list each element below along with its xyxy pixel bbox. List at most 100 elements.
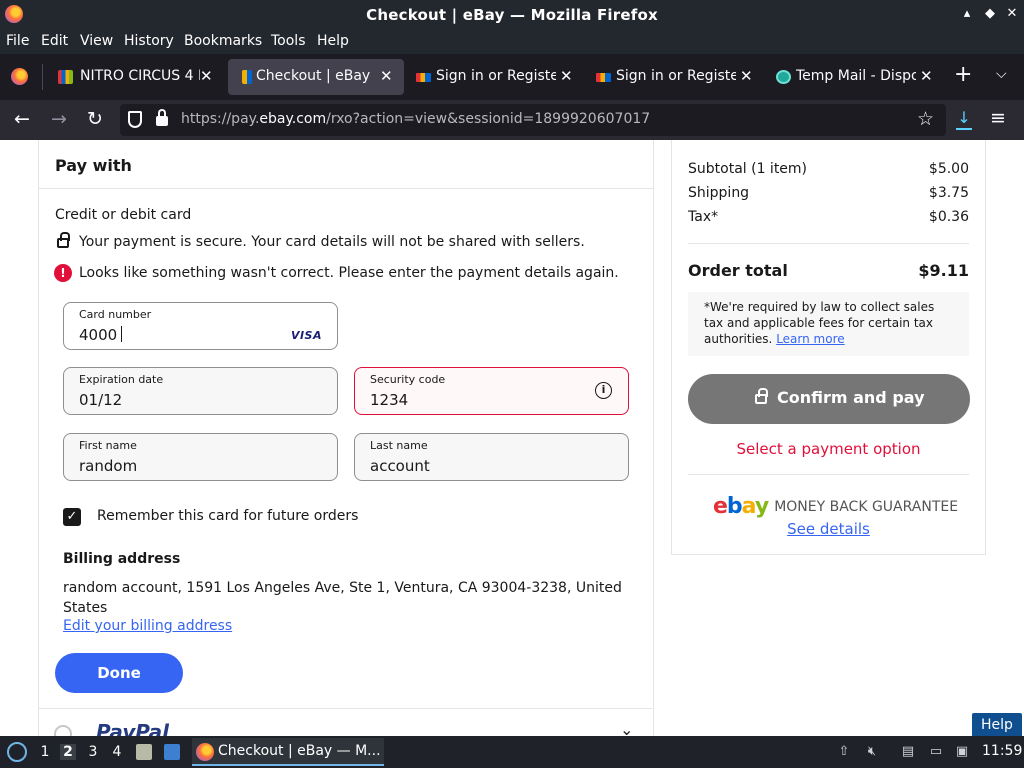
forward-icon[interactable]: → xyxy=(51,108,67,130)
tab-bar: NITRO CIRCUS 4 LI ✕ Checkout | eBay ✕ Si… xyxy=(0,54,1024,100)
tab-label: Checkout | eBay xyxy=(256,68,371,84)
window-title: Checkout | eBay — Mozilla Firefox xyxy=(366,6,658,24)
tax-row: Tax* $0.36 xyxy=(688,209,969,225)
tab-label: Temp Mail - Dispos xyxy=(796,68,916,84)
file-manager-icon[interactable] xyxy=(136,744,152,760)
tab-separator xyxy=(42,64,43,90)
menu-edit[interactable]: Edit xyxy=(41,33,68,49)
close-window-icon[interactable]: ✕ xyxy=(1003,6,1021,21)
url-text[interactable]: https://pay.ebay.com/rxo?action=view&ses… xyxy=(181,111,650,127)
subtotal-row: Subtotal (1 item) $5.00 xyxy=(688,161,969,177)
menu-file[interactable]: File xyxy=(6,33,29,49)
remember-card-checkbox[interactable]: ✓ xyxy=(63,508,81,526)
ebay-listing-icon xyxy=(58,70,73,84)
close-tab-icon[interactable]: ✕ xyxy=(380,67,393,85)
restore-icon[interactable]: ◆ xyxy=(981,6,999,21)
reload-icon[interactable]: ↻ xyxy=(87,108,103,130)
tax-note: *We're required by law to collect sales … xyxy=(688,292,969,356)
tab-temp-mail[interactable]: Temp Mail - Dispos ✕ xyxy=(768,59,944,95)
checkout-page: Pay with Credit or debit card Your payme… xyxy=(0,140,1024,736)
hamburger-menu-icon[interactable]: ≡ xyxy=(990,107,1006,129)
first-name-input[interactable]: random xyxy=(79,457,137,475)
paypal-radio[interactable] xyxy=(54,725,72,736)
taskbar-firefox-window[interactable]: Checkout | eBay — M... xyxy=(192,738,384,766)
close-tab-icon[interactable]: ✕ xyxy=(200,67,213,85)
menu-bar: File Edit View History Bookmarks Tools H… xyxy=(0,30,1024,54)
download-icon[interactable]: ↓ xyxy=(954,108,974,132)
workspace-4[interactable]: 4 xyxy=(109,744,125,760)
ebay-icon xyxy=(416,73,431,82)
firefox-icon xyxy=(196,743,214,761)
workspace-1[interactable]: 1 xyxy=(37,744,53,760)
chevron-down-icon[interactable]: ⌵ xyxy=(996,66,1007,82)
menu-bookmarks[interactable]: Bookmarks xyxy=(184,33,262,49)
start-menu-icon[interactable] xyxy=(7,742,27,762)
expiration-date-field[interactable]: Expiration date 01/12 xyxy=(63,367,338,415)
remember-card-label: Remember this card for future orders xyxy=(97,508,359,524)
clock: 11:59 xyxy=(982,743,1023,759)
see-details-link[interactable]: See details xyxy=(787,520,870,538)
last-name-input[interactable]: account xyxy=(370,457,430,475)
close-tab-icon[interactable]: ✕ xyxy=(740,67,753,85)
last-name-label: Last name xyxy=(370,439,428,452)
learn-more-link[interactable]: Learn more xyxy=(776,332,844,346)
chevron-down-icon[interactable]: ⌄ xyxy=(620,720,633,736)
workspace-3[interactable]: 3 xyxy=(85,744,101,760)
back-icon[interactable]: ← xyxy=(14,108,30,130)
close-tab-icon[interactable]: ✕ xyxy=(560,67,573,85)
lock-icon[interactable] xyxy=(156,109,168,126)
clipboard-icon[interactable]: ▤ xyxy=(900,744,916,760)
confirm-and-pay-button[interactable]: Confirm and pay xyxy=(688,374,970,424)
tracking-protection-icon[interactable] xyxy=(128,111,142,128)
confirm-and-pay-label: Confirm and pay xyxy=(777,388,925,407)
show-desktop-icon[interactable] xyxy=(164,744,180,760)
error-message: Looks like something wasn't correct. Ple… xyxy=(79,265,619,281)
menu-help[interactable]: Help xyxy=(317,33,349,49)
taskbar: 1 2 3 4 Checkout | eBay — M... ⇧ 🔇︎ ▤ ▭ … xyxy=(0,736,1024,768)
card-number-input[interactable]: 4000 xyxy=(79,326,123,344)
first-name-field[interactable]: First name random xyxy=(63,433,338,481)
security-code-input[interactable]: 1234 xyxy=(370,391,408,409)
error-icon: ! xyxy=(54,264,72,282)
divider xyxy=(688,474,969,475)
menu-view[interactable]: View xyxy=(80,33,113,49)
last-name-field[interactable]: Last name account xyxy=(354,433,629,481)
workspace-2[interactable]: 2 xyxy=(60,744,76,760)
pay-with-section: Pay with Credit or debit card Your payme… xyxy=(38,140,654,736)
upload-icon[interactable]: ⇧ xyxy=(836,744,852,760)
notifications-icon[interactable]: ▣ xyxy=(954,744,970,760)
ebay-logo: ebay xyxy=(713,494,769,519)
tab-checkout[interactable]: Checkout | eBay ✕ xyxy=(228,59,404,95)
ebay-icon xyxy=(596,73,611,82)
tab-label: Sign in or Register xyxy=(436,68,556,84)
tab-sign-in-2[interactable]: Sign in or Register ✕ xyxy=(588,59,764,95)
card-number-label: Card number xyxy=(79,308,152,321)
help-button[interactable]: Help xyxy=(972,713,1022,736)
card-number-field[interactable]: Card number 4000 VISA xyxy=(63,302,338,350)
menu-history[interactable]: History xyxy=(124,33,174,49)
close-tab-icon[interactable]: ✕ xyxy=(920,67,933,85)
shipping-row: Shipping $3.75 xyxy=(688,185,969,201)
security-code-label: Security code xyxy=(370,373,446,386)
subtotal-label: Subtotal (1 item) xyxy=(688,161,808,177)
order-summary: Subtotal (1 item) $5.00 Shipping $3.75 T… xyxy=(671,140,986,555)
done-button[interactable]: Done xyxy=(55,653,183,693)
shipping-value: $3.75 xyxy=(928,185,969,201)
mute-icon[interactable]: 🔇︎ xyxy=(864,744,880,760)
security-code-field[interactable]: Security code 1234 i xyxy=(354,367,629,415)
temp-mail-icon xyxy=(776,70,791,84)
firefox-view-icon[interactable] xyxy=(11,68,28,85)
tab-sign-in-1[interactable]: Sign in or Register ✕ xyxy=(408,59,584,95)
subtotal-value: $5.00 xyxy=(928,161,969,177)
menu-tools[interactable]: Tools xyxy=(271,33,306,49)
minimize-icon[interactable]: ▴ xyxy=(958,6,976,21)
bookmark-star-icon[interactable]: ☆ xyxy=(917,108,934,130)
network-icon[interactable]: ▭ xyxy=(928,744,944,760)
info-icon[interactable]: i xyxy=(595,382,612,399)
tab-nitro-circus[interactable]: NITRO CIRCUS 4 LI ✕ xyxy=(46,59,224,95)
shipping-label: Shipping xyxy=(688,185,750,201)
expiration-date-input[interactable]: 01/12 xyxy=(79,391,122,409)
new-tab-icon[interactable]: + xyxy=(954,62,972,87)
edit-billing-address-link[interactable]: Edit your billing address xyxy=(63,618,232,634)
url-bar[interactable]: https://pay.ebay.com/rxo?action=view&ses… xyxy=(120,104,946,136)
